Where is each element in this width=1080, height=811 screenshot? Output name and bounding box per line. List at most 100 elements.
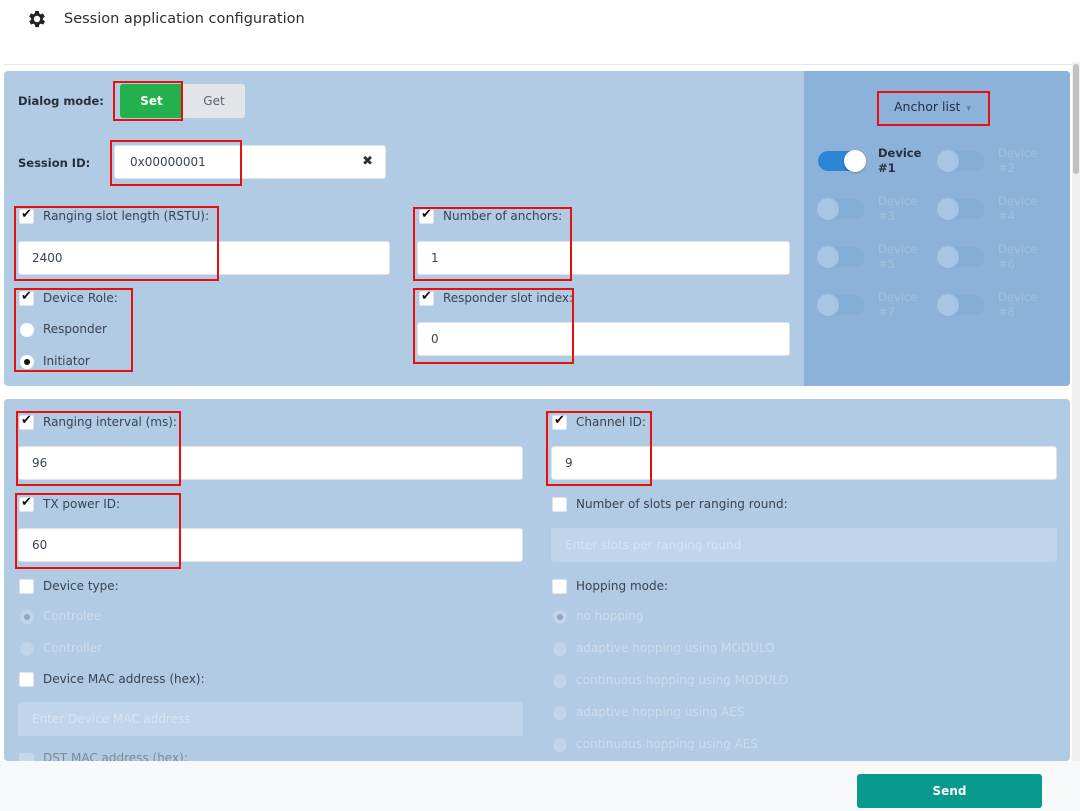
- device-mac-placeholder: Enter Device MAC address: [32, 712, 191, 726]
- device-name: Device: [878, 242, 918, 256]
- hopping-mode-radio[interactable]: [553, 738, 567, 752]
- number-of-anchors-checkbox[interactable]: [419, 207, 434, 224]
- device-label: Device #8: [998, 290, 1037, 320]
- number-of-anchors-label: Number of anchors:: [443, 209, 563, 223]
- device-type-controlee-label: Controlee: [43, 609, 102, 623]
- hopping-mode-label: Hopping mode:: [576, 579, 669, 593]
- tx-power-id-label: TX power ID:: [43, 497, 121, 511]
- scrollbar[interactable]: [1072, 62, 1080, 761]
- hopping-mode-option-label: adaptive hopping using MODULO: [576, 641, 775, 655]
- dialog-mode-label: Dialog mode:: [18, 94, 104, 108]
- session-id-label: Session ID:: [18, 156, 91, 170]
- ranging-interval-checkbox[interactable]: [19, 413, 34, 430]
- toggle-knob: [937, 294, 959, 316]
- device-name: Device: [998, 290, 1038, 304]
- responder-slot-index-value: 0: [431, 332, 439, 346]
- header-divider: [3, 64, 1075, 65]
- ranging-interval-input[interactable]: 96: [18, 446, 523, 480]
- device-name: Device: [878, 290, 918, 304]
- device-toggle[interactable]: [937, 294, 985, 316]
- device-name: Device: [998, 242, 1038, 256]
- ranging-interval-value: 96: [32, 456, 48, 470]
- dst-mac-checkbox[interactable]: [19, 753, 34, 761]
- anchor-list-dropdown[interactable]: Anchor list ▾: [894, 99, 971, 114]
- hopping-mode-radio[interactable]: [553, 674, 567, 688]
- channel-id-value: 9: [565, 456, 573, 470]
- dialog-mode-set-button[interactable]: Set: [120, 84, 183, 118]
- hopping-mode-option-label: continuous hopping using AES: [576, 737, 758, 751]
- device-label: Device #7: [878, 290, 917, 320]
- hopping-mode-checkbox[interactable]: [552, 579, 567, 594]
- device-mac-input[interactable]: Enter Device MAC address: [18, 702, 523, 736]
- page-header: Session application configuration: [0, 0, 1080, 62]
- scrollbar-thumb[interactable]: [1073, 64, 1079, 174]
- toggle-knob: [817, 246, 839, 268]
- send-button[interactable]: Send: [857, 774, 1042, 808]
- device-type-controlee-radio[interactable]: [20, 610, 34, 624]
- slots-per-round-checkbox[interactable]: [552, 497, 567, 512]
- hopping-mode-radio[interactable]: [553, 610, 567, 624]
- slots-per-round-input[interactable]: Enter slots per ranging round: [551, 528, 1057, 562]
- ranging-slot-length-label: Ranging slot length (RSTU):: [43, 209, 210, 223]
- hopping-mode-option-label: continuous hopping using MODULO: [576, 673, 789, 687]
- device-toggle[interactable]: [937, 198, 985, 220]
- hopping-mode-radio[interactable]: [553, 706, 567, 720]
- device-toggle[interactable]: [817, 294, 865, 316]
- device-name: Device: [878, 194, 918, 208]
- slots-per-round-placeholder: Enter slots per ranging round: [565, 538, 742, 552]
- dst-mac-label: DST MAC address (hex):: [43, 751, 188, 761]
- tx-power-id-value: 60: [32, 538, 48, 552]
- hopping-mode-option-label: no hopping: [576, 609, 644, 623]
- toggle-knob: [937, 246, 959, 268]
- device-label: Device #2: [998, 146, 1037, 176]
- ranging-slot-length-checkbox[interactable]: [19, 207, 34, 224]
- responder-slot-index-input[interactable]: 0: [417, 322, 790, 356]
- device-number: #4: [998, 209, 1015, 223]
- device-number: #8: [998, 305, 1015, 319]
- toggle-knob: [937, 150, 959, 172]
- slots-per-round-label: Number of slots per ranging round:: [576, 497, 788, 511]
- number-of-anchors-input[interactable]: 1: [417, 241, 790, 275]
- device-type-label: Device type:: [43, 579, 119, 593]
- device-toggle[interactable]: [937, 246, 985, 268]
- device-label: Device #6: [998, 242, 1037, 272]
- device-role-initiator-label: Initiator: [43, 354, 90, 368]
- device-mac-checkbox[interactable]: [19, 672, 34, 687]
- hopping-mode-radio[interactable]: [553, 642, 567, 656]
- device-role-responder-radio[interactable]: [20, 323, 34, 337]
- device-number: #7: [878, 305, 895, 319]
- device-toggle[interactable]: [937, 150, 985, 172]
- clear-icon[interactable]: ✖: [362, 146, 373, 178]
- ranging-slot-length-value: 2400: [32, 251, 63, 265]
- toggle-knob: [844, 150, 866, 172]
- session-id-input[interactable]: 0x00000001 ✖: [114, 145, 386, 179]
- device-toggle[interactable]: [818, 150, 866, 172]
- ranging-slot-length-input[interactable]: 2400: [18, 241, 390, 275]
- device-role-initiator-radio[interactable]: [20, 355, 34, 369]
- channel-id-checkbox[interactable]: [552, 413, 567, 430]
- session-basic-panel: Dialog mode: Set Get Session ID: 0x00000…: [4, 71, 1070, 386]
- device-name: Device: [998, 194, 1038, 208]
- device-type-controller-radio[interactable]: [20, 642, 34, 656]
- device-number: #2: [998, 161, 1015, 175]
- device-name: Device: [878, 146, 922, 160]
- device-number: #1: [878, 161, 896, 175]
- device-label: Device #5: [878, 242, 917, 272]
- dialog-mode-get-button[interactable]: Get: [183, 84, 245, 118]
- device-role-checkbox[interactable]: [19, 289, 34, 306]
- device-number: #5: [878, 257, 895, 271]
- device-type-checkbox[interactable]: [19, 579, 34, 594]
- responder-slot-index-label: Responder slot index:: [443, 291, 574, 305]
- channel-id-input[interactable]: 9: [551, 446, 1057, 480]
- anchor-list-label: Anchor list: [894, 99, 961, 114]
- device-label: Device #4: [998, 194, 1037, 224]
- device-toggle[interactable]: [817, 198, 865, 220]
- gear-icon: [29, 10, 45, 28]
- device-role-responder-label: Responder: [43, 322, 107, 336]
- device-toggle[interactable]: [817, 246, 865, 268]
- responder-slot-index-checkbox[interactable]: [419, 289, 434, 306]
- tx-power-id-checkbox[interactable]: [19, 495, 34, 512]
- tx-power-id-input[interactable]: 60: [18, 528, 523, 562]
- device-role-label: Device Role:: [43, 291, 118, 305]
- chevron-down-icon: ▾: [966, 104, 971, 114]
